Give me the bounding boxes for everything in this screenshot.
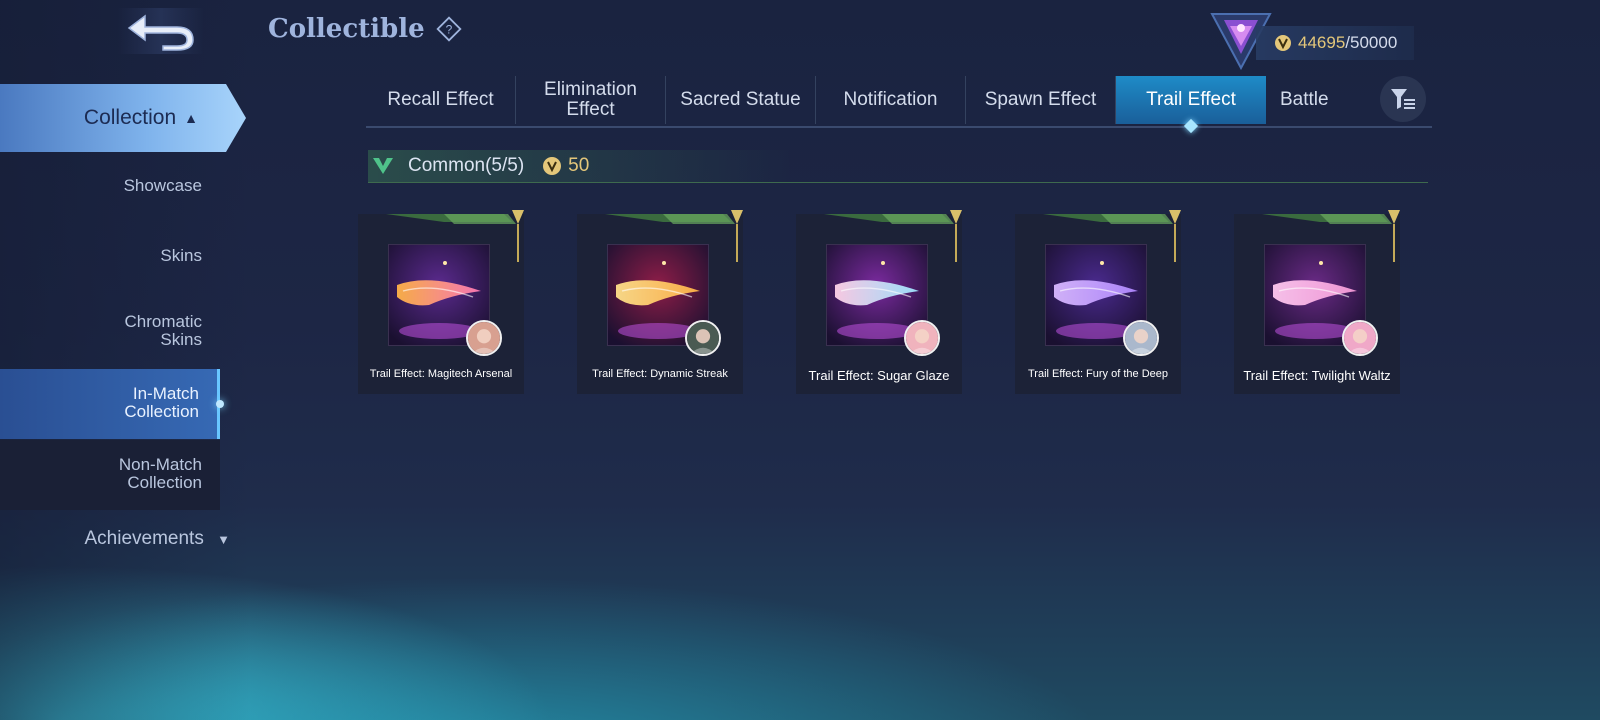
sidebar-item-collection[interactable]: Collection ▲ — [0, 84, 246, 152]
hero-avatar — [1342, 320, 1378, 356]
tab-spawn-effect[interactable]: Spawn Effect — [966, 76, 1116, 124]
tab-label: Trail Effect — [1146, 89, 1236, 110]
points-coin-icon — [543, 157, 562, 175]
active-indicator — [216, 400, 224, 408]
trail-effect-card[interactable]: Trail Effect: Sugar Glaze — [796, 210, 962, 394]
tab-battle[interactable]: Battle — [1266, 76, 1342, 124]
sidebar-item-chromatic-skins[interactable]: Chromatic Skins — [0, 306, 220, 356]
filter-icon — [1391, 89, 1415, 109]
tab-label: Notification — [843, 89, 938, 110]
hero-avatar — [1123, 320, 1159, 356]
rarity-section-header: Common(5/5) 50 — [368, 150, 1428, 183]
collection-points: 44695 /50000 — [1256, 26, 1414, 60]
active-tab-indicator — [1183, 118, 1199, 134]
tab-label: Recall Effect — [387, 89, 494, 110]
hero-avatar — [685, 320, 721, 356]
chevron-up-icon: ▲ — [184, 110, 198, 126]
tab-label: Elimination — [544, 79, 637, 100]
filter-button[interactable] — [1380, 76, 1426, 122]
sidebar-item-label: Collection — [124, 402, 199, 421]
sidebar-item-label: Showcase — [123, 176, 202, 195]
sidebar-item-label: Chromatic — [124, 312, 202, 331]
sidebar-item-label: Collection — [83, 106, 177, 129]
back-arrow-icon — [127, 14, 194, 51]
sidebar-item-label: Non-Match — [118, 455, 202, 474]
trail-effect-card[interactable]: Trail Effect: Twilight Waltz — [1234, 210, 1400, 394]
page-title: Collectible — [268, 14, 425, 44]
tab-recall-effect[interactable]: Recall Effect — [366, 76, 516, 124]
sidebar-item-label: Skins — [160, 246, 202, 265]
chevron-down-icon: ▼ — [217, 532, 230, 547]
hero-avatar — [466, 320, 502, 356]
sidebar-item-label: Collection — [127, 473, 202, 492]
tab-label: Spawn Effect — [984, 89, 1097, 110]
tab-notification[interactable]: Notification — [816, 76, 966, 124]
hero-avatar — [904, 320, 940, 356]
tab-label: Battle — [1280, 89, 1329, 110]
question-diamond-icon: ? — [436, 16, 462, 42]
points-coin-icon — [1275, 35, 1291, 51]
sidebar-item-in-match-collection[interactable]: In-Match Collection — [0, 369, 224, 439]
trail-effect-name: Trail Effect: Sugar Glaze — [808, 368, 950, 383]
tab-label: Effect — [566, 99, 615, 120]
help-button[interactable]: ? — [436, 16, 462, 42]
sidebar-item-achievements[interactable]: Achievements ▼ — [0, 528, 231, 550]
tab-sacred-statue[interactable]: Sacred Statue — [666, 76, 816, 124]
trail-effect-name: Trail Effect: Magitech Arsenal — [369, 368, 513, 380]
category-tabs: Recall Effect Elimination Effect Sacred … — [366, 76, 1432, 134]
trail-effect-card[interactable]: Trail Effect: Dynamic Streak — [577, 210, 743, 394]
points-current: 44695 — [1298, 33, 1346, 52]
points-max: /50000 — [1345, 33, 1398, 52]
back-button[interactable] — [118, 8, 204, 54]
rarity-label: Common(5/5) — [408, 155, 525, 176]
rarity-v-icon — [373, 158, 393, 174]
trail-effect-name: Trail Effect: Fury of the Deep — [1027, 368, 1168, 380]
tab-label: Sacred Statue — [680, 89, 801, 110]
svg-text:?: ? — [446, 23, 453, 37]
tab-trail-effect[interactable]: Trail Effect — [1116, 76, 1266, 134]
sidebar-item-non-match-collection[interactable]: Non-Match Collection — [0, 440, 220, 510]
sidebar-item-label: Achievements — [84, 528, 204, 549]
trail-effect-name: Trail Effect: Dynamic Streak — [592, 368, 728, 380]
sidebar-item-showcase[interactable]: Showcase — [0, 170, 220, 202]
trail-effect-card[interactable]: Trail Effect: Fury of the Deep — [1015, 210, 1181, 394]
rarity-points: 50 — [568, 155, 590, 176]
sidebar-item-label: In-Match — [132, 384, 199, 403]
trail-effect-name: Trail Effect: Twilight Waltz — [1243, 368, 1391, 383]
tab-elimination-effect[interactable]: Elimination Effect — [516, 76, 666, 124]
sidebar-item-skins[interactable]: Skins — [0, 240, 220, 272]
trail-effect-card[interactable]: Trail Effect: Magitech Arsenal — [358, 210, 524, 394]
sidebar-item-label: Skins — [160, 330, 202, 349]
